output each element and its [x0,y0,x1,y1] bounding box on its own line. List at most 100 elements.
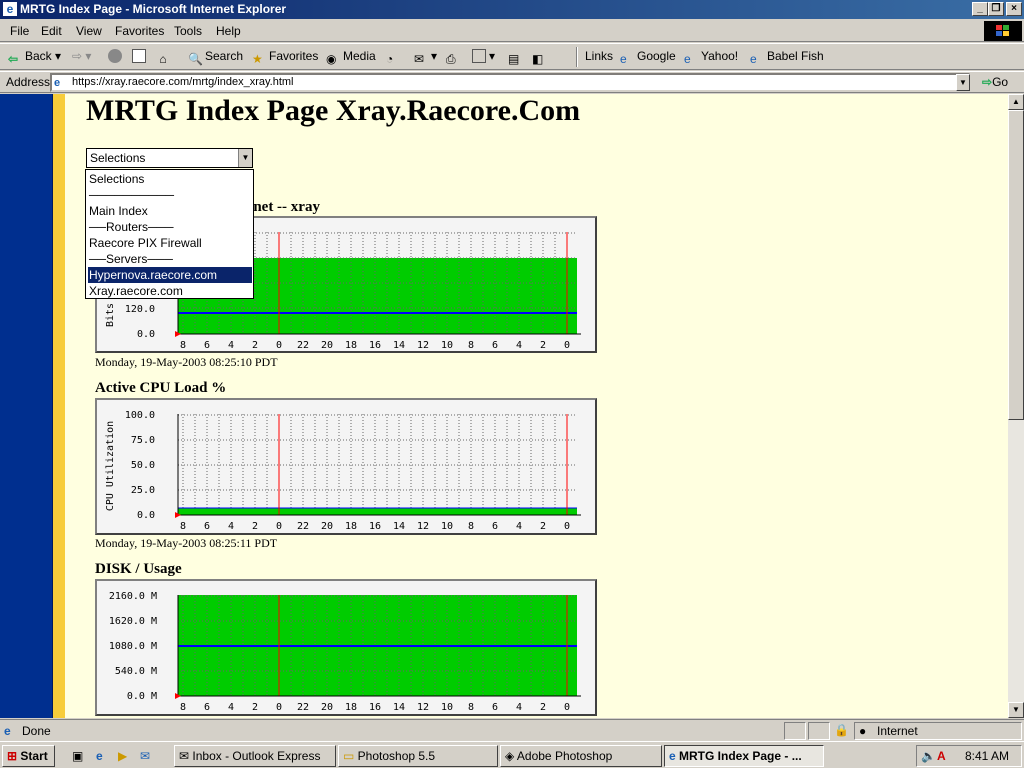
link-babelfish[interactable]: e Babel Fish [750,49,824,66]
x-tick-label: 8 [468,521,474,532]
address-input[interactable]: e https://xray.raecore.com/mrtg/index_xr… [50,73,970,92]
graph3-title: DISK / Usage [95,561,182,577]
media-button[interactable]: ◉ Media [326,49,376,66]
volume-icon[interactable]: 🔈 [921,749,936,763]
globe-icon: ● [859,724,867,738]
home-button[interactable]: ⌂ [156,49,173,66]
graph3-ytick: 1620.0 M [109,616,157,627]
link-yahoo[interactable]: e Yahoo! [684,49,738,66]
search-button[interactable]: 🔍 Search [188,49,243,66]
x-tick-label: 4 [228,521,234,532]
quicklaunch-outlook-icon[interactable]: ✉ [140,749,150,763]
quicklaunch-ie-icon[interactable]: e [96,749,103,763]
x-tick-label: 0 [276,521,282,532]
print-button[interactable]: ⎙ [446,49,463,66]
quicklaunch-media-icon[interactable]: ▶ [118,749,127,763]
go-button[interactable]: ⇨Go [982,75,1008,89]
graph2-xticks: 8 6 4 2 0 22 20 18 16 14 12 10 8 6 4 2 0 [180,521,570,532]
stop-button[interactable] [108,49,125,63]
ie-page-icon: e [620,52,627,66]
page-title: MRTG Index Page Xray.Raecore.Com [86,94,581,127]
graph3-svg: 2160.0 M 1620.0 M 1080.0 M 540.0 M 0.0 M… [109,591,581,713]
menu-help[interactable]: Help [216,24,241,38]
task-adobe-photoshop[interactable]: ◈ Adobe Photoshop [500,745,662,767]
quicklaunch-desktop-icon[interactable]: ▣ [72,749,83,763]
graph2-ylabel: CPU Utilization [105,421,116,511]
left-yellow-strip [53,94,65,718]
system-tray: 🔈 A 8:41 AM [916,745,1022,767]
task-outlook-express[interactable]: ✉ Inbox - Outlook Express [174,745,336,767]
x-tick-label: 2 [540,340,546,351]
stop-icon [108,49,122,63]
status-text: Done [22,724,51,738]
dropdown-option-hypernova[interactable]: Hypernova.raecore.com [88,267,252,283]
graph2-ytick: 100.0 [125,410,155,421]
dropdown-option-selections[interactable]: Selections [88,171,252,187]
dropdown-option-xray[interactable]: Xray.raecore.com [88,283,252,299]
x-tick-label: 6 [204,702,210,713]
x-tick-label: 2 [252,521,258,532]
dropdown-option-separator[interactable]: ────────── [88,187,252,203]
start-button[interactable]: ⊞ Start [2,745,55,767]
graph2-ytick: 0.0 [137,510,155,521]
dropdown-option-main-index[interactable]: Main Index [88,203,252,219]
link-google[interactable]: e Google [620,49,676,66]
address-dropdown-button[interactable]: ▼ [956,74,970,91]
close-button[interactable]: × [1006,2,1022,16]
selections-select[interactable]: Selections ▼ [86,148,253,168]
go-arrow-icon: ⇨ [982,75,993,89]
left-blue-strip [0,94,53,718]
x-tick-label: 6 [492,340,498,351]
dropdown-option-routers-header[interactable]: ──Routers─── [88,219,252,235]
back-arrow-icon: ⇦ [8,52,19,66]
forward-button[interactable]: ⇨ ▾ [72,49,91,63]
search-icon: 🔍 [188,52,203,66]
menu-favorites[interactable]: Favorites [115,24,164,38]
status-panel [808,722,830,740]
discuss-button[interactable]: ▤ [508,49,525,66]
mail-button[interactable]: ✉ ▾ [414,49,437,66]
favorites-button[interactable]: ★ Favorites [252,49,318,66]
dropdown-option-servers-header[interactable]: ──Servers─── [88,251,252,267]
windows-logo-icon: ⊞ [7,749,18,763]
messenger-icon: ◧ [532,52,544,66]
scroll-thumb[interactable] [1008,110,1024,420]
outlook-icon: ✉ [179,749,193,763]
vertical-scrollbar[interactable]: ▲ ▼ [1008,94,1024,718]
chevron-down-icon[interactable]: ▼ [238,149,252,167]
task-mrtg-index-page[interactable]: e MRTG Index Page - ... [664,745,824,767]
x-tick-label: 2 [252,702,258,713]
zone-text: Internet [877,724,918,738]
x-tick-label: 14 [393,340,405,351]
favorites-icon: ★ [252,52,263,66]
standard-toolbar: ⇦ Back ▾ ⇨ ▾ ⌂ 🔍 Search ★ Favorites ◉ Media … [0,43,1024,70]
toolbar-separator [576,47,578,67]
menu-tools[interactable]: Tools [174,24,202,38]
graph2-title: Active CPU Load % [95,380,227,396]
edit-button[interactable]: ▾ [472,49,495,63]
status-bar: e Done 🔒 ● Internet [0,719,1024,741]
folder-icon: ▭ [343,749,358,763]
restore-button[interactable]: ❐ [988,2,1004,16]
task-photoshop-55[interactable]: ▭ Photoshop 5.5 [338,745,498,767]
menu-view[interactable]: View [76,24,102,38]
minimize-button[interactable]: _ [972,2,988,16]
window-title: MRTG Index Page - Microsoft Internet Exp… [20,2,287,16]
back-button[interactable]: ⇦ Back ▾ [8,49,61,66]
graph2-grid [178,414,577,515]
menu-edit[interactable]: Edit [41,24,62,38]
graph1-xticks: 8 6 4 2 0 22 20 18 16 14 12 10 8 6 4 2 0 [180,340,570,351]
graph2-svg: CPU Utilization 100.0 75.0 50.0 25.0 0.0… [105,410,581,532]
history-button[interactable]: ◔ [386,49,403,66]
home-icon: ⌂ [159,52,167,66]
x-tick-label: 18 [345,702,357,713]
scroll-up-button[interactable]: ▲ [1008,94,1024,110]
scroll-down-button[interactable]: ▼ [1008,702,1024,718]
messenger-button[interactable]: ◧ [532,49,549,66]
tray-app-icon[interactable]: A [937,749,946,763]
x-tick-label: 4 [516,340,522,351]
dropdown-option-pix-firewall[interactable]: Raecore PIX Firewall [88,235,252,251]
refresh-button[interactable] [132,49,149,63]
x-tick-label: 6 [492,521,498,532]
menu-file[interactable]: File [10,24,29,38]
